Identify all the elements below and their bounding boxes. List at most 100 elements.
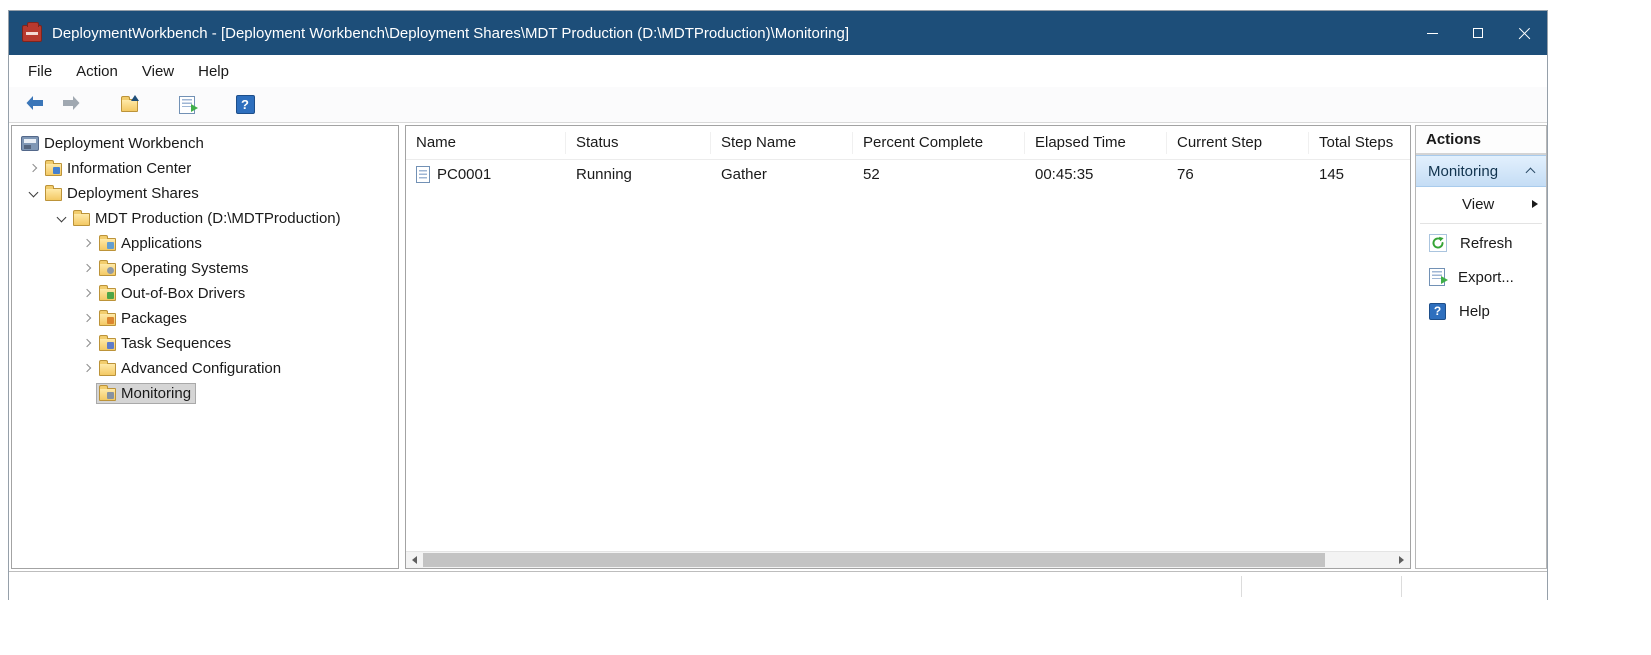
cell-step-name: Gather (711, 166, 853, 183)
tree-item-label: MDT Production (D:\MDTProduction) (95, 210, 341, 227)
menu-file[interactable]: File (16, 59, 64, 84)
column-header-total-steps[interactable]: Total Steps (1309, 132, 1403, 154)
action-view[interactable]: View (1416, 187, 1546, 221)
tree-item-information-center[interactable]: Information Center (12, 156, 398, 181)
tree-item-applications[interactable]: Applications (12, 231, 398, 256)
tree-item-task-sequences[interactable]: Task Sequences (12, 331, 398, 356)
chevron-down-icon[interactable] (54, 211, 70, 227)
menu-help[interactable]: Help (186, 59, 241, 84)
column-header-step-name[interactable]: Step Name (711, 132, 853, 154)
up-one-level-button[interactable] (115, 91, 143, 119)
column-header-status[interactable]: Status (566, 132, 711, 154)
folder-up-icon (121, 99, 138, 112)
tree-item-label: Operating Systems (121, 260, 249, 277)
tree-item-mdt-production[interactable]: MDT Production (D:\MDTProduction) (12, 206, 398, 231)
action-export-label: Export... (1458, 269, 1514, 286)
tree-item-out-of-box-drivers[interactable]: Out-of-Box Drivers (12, 281, 398, 306)
cell-total-steps: 145 (1309, 166, 1403, 183)
monitor-row-pc0001[interactable]: PC0001 Running Gather 52 00:45:35 76 145 (406, 160, 1410, 188)
cell-name-text: PC0001 (437, 166, 491, 183)
tree-item-advanced-configuration[interactable]: Advanced Configuration (12, 356, 398, 381)
collapse-group-icon[interactable] (1526, 166, 1536, 176)
window-title: DeploymentWorkbench - [Deployment Workbe… (52, 25, 1409, 42)
chevron-right-icon[interactable] (80, 236, 96, 252)
actions-pane: Actions Monitoring View Refresh (1415, 125, 1547, 569)
scroll-left-button[interactable] (406, 552, 423, 568)
folder-icon (99, 288, 116, 301)
minimize-button[interactable] (1409, 11, 1455, 55)
tree-item-monitoring[interactable]: Monitoring (12, 381, 398, 406)
tree-item-label: Information Center (67, 160, 191, 177)
horizontal-scrollbar[interactable] (406, 551, 1410, 568)
folder-icon (99, 363, 116, 376)
status-divider (1401, 576, 1402, 597)
export-icon (1429, 268, 1445, 286)
chevron-down-icon[interactable] (26, 186, 42, 202)
column-header-percent-complete[interactable]: Percent Complete (853, 132, 1025, 154)
tree-item-packages[interactable]: Packages (12, 306, 398, 331)
export-list-icon (179, 96, 195, 114)
folder-icon (99, 388, 116, 401)
toolbar-spacer (209, 104, 223, 105)
menu-bar: File Action View Help (9, 55, 1547, 87)
tree-item-label: Advanced Configuration (121, 360, 281, 377)
toolbar-spacer (151, 104, 165, 105)
help-icon: ? (236, 95, 255, 114)
column-header-elapsed-time[interactable]: Elapsed Time (1025, 132, 1167, 154)
tree-item-deployment-shares[interactable]: Deployment Shares (12, 181, 398, 206)
toolbar: ? (9, 87, 1547, 123)
help-toolbar-button[interactable]: ? (231, 91, 259, 119)
folder-icon (45, 163, 62, 176)
actions-pane-title: Actions (1416, 126, 1546, 155)
content-area: Deployment Workbench Information Center … (9, 123, 1547, 571)
maximize-icon (1473, 28, 1483, 38)
workbench-icon (21, 136, 39, 151)
chevron-right-icon[interactable] (80, 311, 96, 327)
maximize-button[interactable] (1455, 11, 1501, 55)
action-refresh[interactable]: Refresh (1416, 226, 1546, 260)
tree-item-label: Monitoring (121, 385, 191, 402)
titlebar: DeploymentWorkbench - [Deployment Workbe… (9, 11, 1547, 55)
forward-arrow-icon (61, 95, 81, 114)
scroll-right-icon (1399, 556, 1404, 564)
chevron-right-icon[interactable] (80, 286, 96, 302)
chevron-right-icon[interactable] (26, 161, 42, 177)
tree-item-operating-systems[interactable]: Operating Systems (12, 256, 398, 281)
folder-icon (99, 313, 116, 326)
minimize-icon (1427, 33, 1438, 34)
action-refresh-label: Refresh (1460, 235, 1513, 252)
scrollbar-track[interactable] (423, 552, 1393, 568)
actions-group-label: Monitoring (1428, 163, 1498, 180)
tree-item-label: Applications (121, 235, 202, 252)
status-bar (9, 571, 1547, 601)
tree-item-label: Deployment Workbench (44, 135, 204, 152)
actions-group-monitoring[interactable]: Monitoring (1416, 155, 1546, 187)
cell-percent-complete: 52 (853, 166, 1025, 183)
computer-item-icon (416, 166, 430, 183)
submenu-arrow-icon (1532, 200, 1538, 208)
chevron-right-icon[interactable] (80, 361, 96, 377)
app-window: DeploymentWorkbench - [Deployment Workbe… (8, 10, 1548, 600)
scroll-right-button[interactable] (1393, 552, 1410, 568)
column-header-name[interactable]: Name (406, 132, 566, 154)
action-view-label: View (1462, 196, 1494, 213)
cell-current-step: 76 (1167, 166, 1309, 183)
action-help[interactable]: ? Help (1416, 294, 1546, 328)
forward-button[interactable] (57, 91, 85, 119)
cell-status: Running (566, 166, 711, 183)
column-header-current-step[interactable]: Current Step (1167, 132, 1309, 154)
close-icon (1518, 27, 1531, 40)
cell-elapsed-time: 00:45:35 (1025, 166, 1167, 183)
chevron-right-icon[interactable] (80, 336, 96, 352)
menu-view[interactable]: View (130, 59, 186, 84)
tree-item-deployment-workbench[interactable]: Deployment Workbench (12, 131, 398, 156)
chevron-right-icon[interactable] (80, 261, 96, 277)
action-export[interactable]: Export... (1416, 260, 1546, 294)
folder-icon (45, 188, 62, 201)
toolbar-spacer (93, 104, 107, 105)
export-list-button[interactable] (173, 91, 201, 119)
scrollbar-thumb[interactable] (423, 553, 1325, 567)
menu-action[interactable]: Action (64, 59, 130, 84)
close-button[interactable] (1501, 11, 1547, 55)
back-button[interactable] (21, 91, 49, 119)
